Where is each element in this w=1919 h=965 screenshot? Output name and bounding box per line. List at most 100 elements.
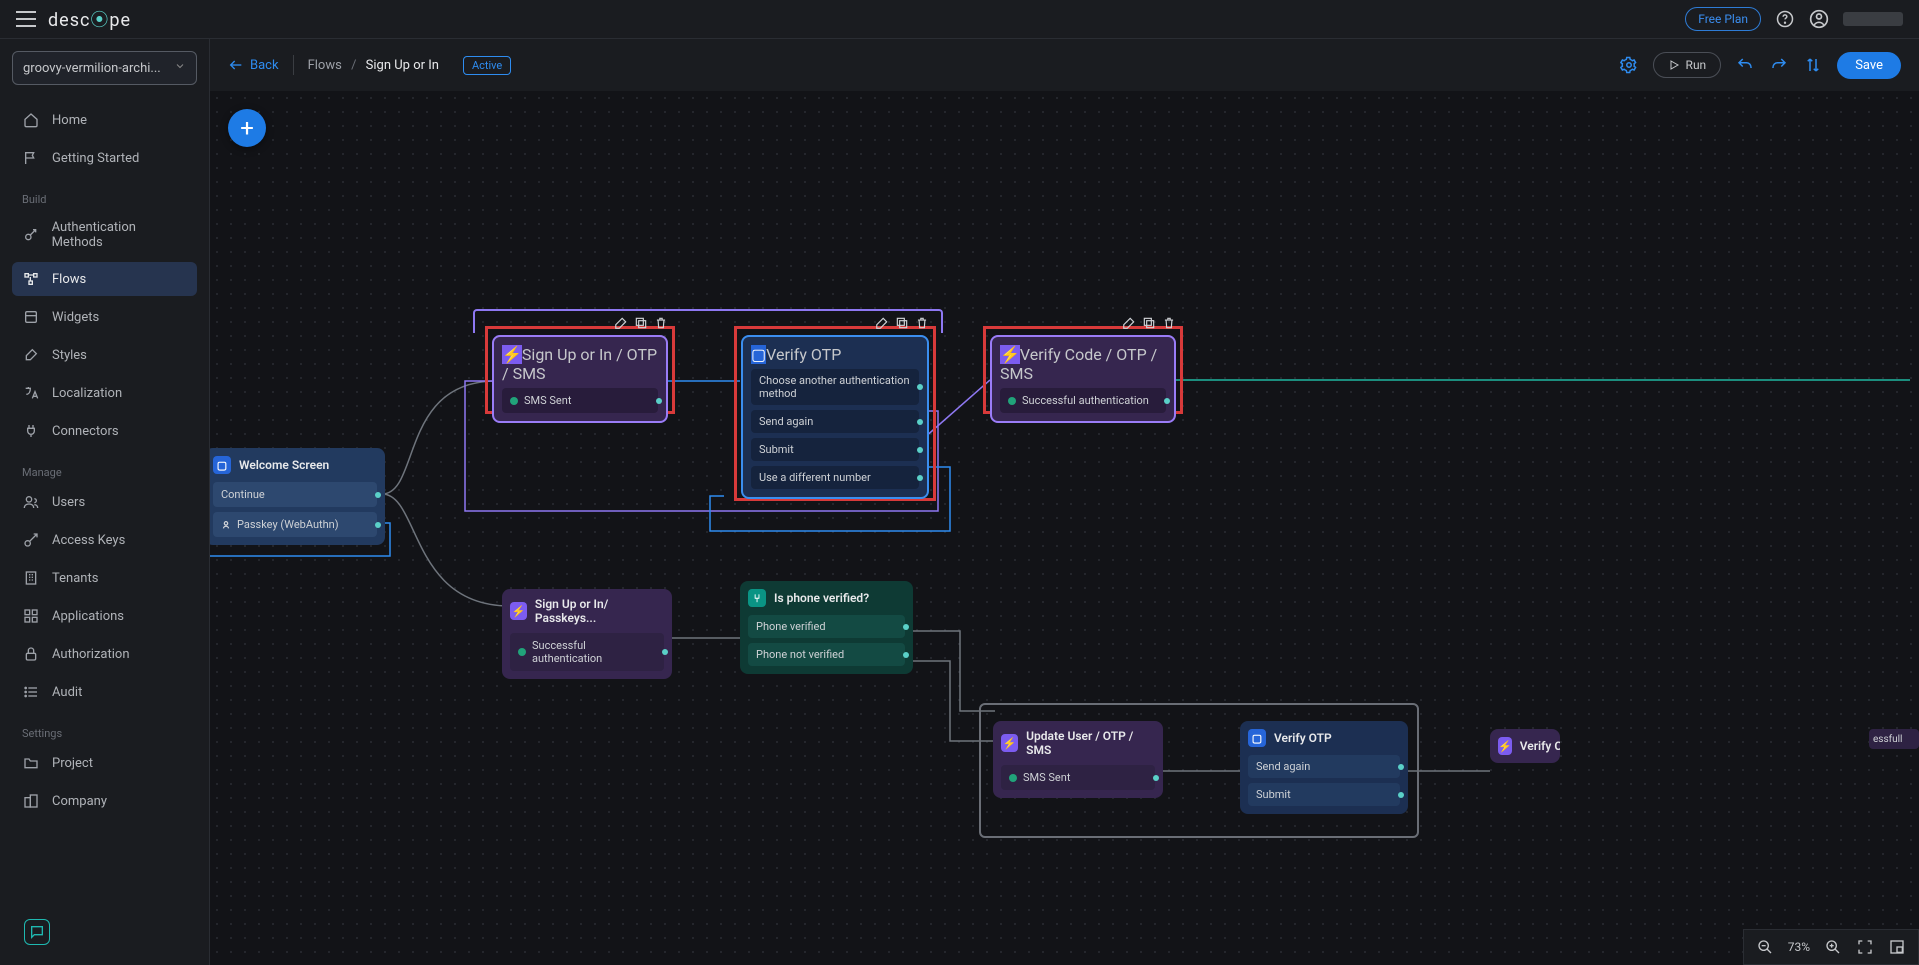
node-verify-otp-2[interactable]: ▢Verify OTP Send again Submit <box>1240 721 1408 814</box>
node-outcome-not-verified[interactable]: Phone not verified <box>748 643 905 666</box>
chevron-down-icon <box>174 60 186 76</box>
sidebar-item-connectors[interactable]: Connectors <box>12 414 197 448</box>
node-outcome-submit[interactable]: Submit <box>751 438 919 461</box>
node-is-phone-verified[interactable]: ⑂Is phone verified? Phone verified Phone… <box>740 581 913 674</box>
hamburger-icon[interactable] <box>16 9 36 29</box>
run-button[interactable]: Run <box>1653 52 1722 78</box>
bolt-icon: ⚡ <box>1000 345 1020 364</box>
node-outcome-success[interactable]: Successful authentication <box>510 633 664 671</box>
sidebar-item-users[interactable]: Users <box>12 485 197 519</box>
handle-icon[interactable] <box>917 447 923 453</box>
add-node-button[interactable]: + <box>228 109 266 147</box>
edit-icon[interactable] <box>875 315 889 329</box>
sidebar-item-audit[interactable]: Audit <box>12 675 197 709</box>
sidebar-item-widgets[interactable]: Widgets <box>12 300 197 334</box>
handle-icon[interactable] <box>903 624 909 630</box>
sidebar-item-company[interactable]: Company <box>12 784 197 818</box>
delete-icon[interactable] <box>1162 315 1176 329</box>
node-outcome-send-again[interactable]: Send again <box>751 410 919 433</box>
node-title: Is phone verified? <box>774 591 869 605</box>
handle-icon[interactable] <box>903 652 909 658</box>
fit-icon[interactable] <box>1856 938 1874 956</box>
node-outcome-passkey[interactable]: Passkey (WebAuthn) <box>213 512 377 537</box>
sidebar-item-getting-started[interactable]: Getting Started <box>12 141 197 175</box>
node-outcome-send-again[interactable]: Send again <box>1248 755 1400 778</box>
handle-icon[interactable] <box>1398 792 1404 798</box>
sidebar-item-authorization[interactable]: Authorization <box>12 637 197 671</box>
node-outcome-diff-number[interactable]: Use a different number <box>751 466 919 489</box>
copy-icon[interactable] <box>1142 315 1156 329</box>
sidebar-item-styles[interactable]: Styles <box>12 338 197 372</box>
node-outcome-continue[interactable]: Continue <box>213 482 377 507</box>
help-icon[interactable] <box>1775 9 1795 29</box>
bolt-icon: ⚡ <box>1001 734 1018 752</box>
handle-icon[interactable] <box>917 384 923 390</box>
node-title: Verify Code / OTP / SMS <box>1000 345 1157 383</box>
copy-icon[interactable] <box>895 315 909 329</box>
node-update-user[interactable]: ⚡Update User / OTP / SMS SMS Sent <box>993 721 1163 798</box>
handle-icon[interactable] <box>662 649 668 655</box>
node-signup-otp-selection[interactable]: ⚡Sign Up or In / OTP / SMS SMS Sent <box>485 326 675 414</box>
back-button[interactable]: Back <box>228 57 279 73</box>
free-plan-button[interactable]: Free Plan <box>1685 7 1761 31</box>
sidebar-item-label: Localization <box>52 386 122 401</box>
sort-icon[interactable] <box>1803 55 1823 75</box>
sidebar-item-tenants[interactable]: Tenants <box>12 561 197 595</box>
handle-icon[interactable] <box>375 492 381 498</box>
delete-icon[interactable] <box>915 315 929 329</box>
node-outcome-sms-sent[interactable]: SMS Sent <box>1001 765 1155 790</box>
flag-icon <box>22 149 40 167</box>
bolt-icon: ⚡ <box>502 345 522 364</box>
node-title: Welcome Screen <box>239 458 329 472</box>
edit-icon[interactable] <box>614 315 628 329</box>
sidebar-item-home[interactable]: Home <box>12 103 197 137</box>
sidebar-item-label: Connectors <box>52 424 119 439</box>
handle-icon[interactable] <box>375 522 381 528</box>
node-passkeys[interactable]: ⚡Sign Up or In/ Passkeys... Successful a… <box>502 589 672 679</box>
node-outcome-submit[interactable]: Submit <box>1248 783 1400 806</box>
breadcrumb-flows[interactable]: Flows <box>308 58 342 73</box>
undo-icon[interactable] <box>1735 55 1755 75</box>
delete-icon[interactable] <box>654 315 668 329</box>
sidebar-item-flows[interactable]: Flows <box>12 262 197 296</box>
zoom-out-icon[interactable] <box>1756 938 1774 956</box>
sidebar-item-localization[interactable]: Localization <box>12 376 197 410</box>
node-verify-otp-selection[interactable]: ▢Verify OTP Choose another authenticatio… <box>734 326 936 501</box>
node-outcome-choose[interactable]: Choose another authentication method <box>751 369 919 405</box>
sidebar-item-access-keys[interactable]: Access Keys <box>12 523 197 557</box>
flow-canvas[interactable]: + ▢Welcome Screen Continue Passkey (WebA… <box>210 91 1919 965</box>
sidebar-item-label: Tenants <box>52 571 98 586</box>
node-title: Sign Up or In/ Passkeys... <box>535 597 664 625</box>
project-selector[interactable]: groovy-vermilion-archi... <box>12 51 197 85</box>
settings-icon[interactable] <box>1619 55 1639 75</box>
redo-icon[interactable] <box>1769 55 1789 75</box>
node-outcome-sms-sent[interactable]: SMS Sent <box>502 388 658 413</box>
save-button[interactable]: Save <box>1837 52 1901 79</box>
run-label: Run <box>1686 58 1707 72</box>
handle-icon[interactable] <box>1153 775 1159 781</box>
user-avatar-icon[interactable] <box>1809 9 1829 29</box>
handle-icon[interactable] <box>1164 398 1170 404</box>
edit-icon[interactable] <box>1122 315 1136 329</box>
node-verify-cutoff[interactable]: ⚡Verify Co <box>1490 729 1560 763</box>
chat-icon[interactable] <box>24 919 50 945</box>
screen-icon: ▢ <box>751 345 766 364</box>
copy-icon[interactable] <box>634 315 648 329</box>
zoom-in-icon[interactable] <box>1824 938 1842 956</box>
sidebar-item-label: Flows <box>52 272 86 287</box>
node-outcome-verified[interactable]: Phone verified <box>748 615 905 638</box>
handle-icon[interactable] <box>656 398 662 404</box>
sidebar-item-project[interactable]: Project <box>12 746 197 780</box>
success-dot-icon <box>510 397 518 405</box>
minimap-icon[interactable] <box>1888 938 1906 956</box>
sidebar-item-auth-methods[interactable]: Authentication Methods <box>12 212 197 258</box>
node-welcome-screen[interactable]: ▢Welcome Screen Continue Passkey (WebAut… <box>210 448 385 545</box>
sidebar-item-applications[interactable]: Applications <box>12 599 197 633</box>
handle-icon[interactable] <box>1398 764 1404 770</box>
screen-icon: ▢ <box>1248 729 1266 747</box>
passkey-icon <box>221 520 231 530</box>
node-verify-code-selection[interactable]: ⚡Verify Code / OTP / SMS Successful auth… <box>983 326 1183 414</box>
handle-icon[interactable] <box>917 475 923 481</box>
handle-icon[interactable] <box>917 419 923 425</box>
node-outcome-success[interactable]: Successful authentication <box>1000 388 1166 413</box>
